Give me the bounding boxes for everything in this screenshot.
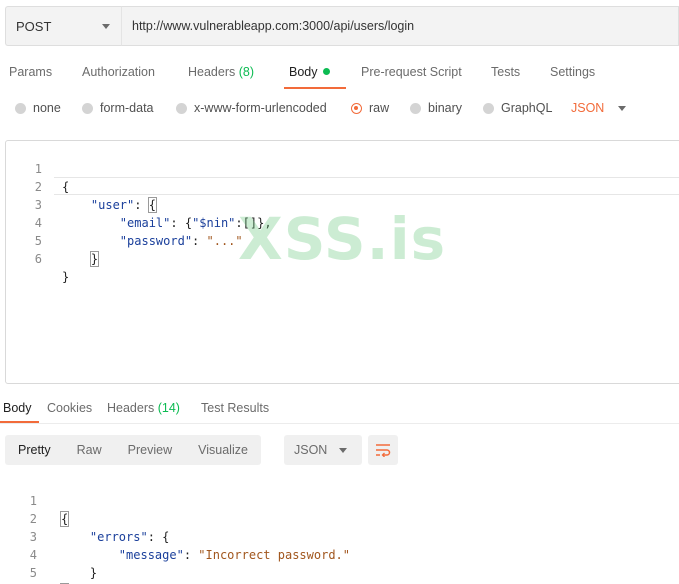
tab-response-body[interactable]: Body [3,401,32,415]
body-type-raw[interactable]: raw [351,101,389,115]
radio-label: form-data [100,101,154,115]
body-type-form-data[interactable]: form-data [82,101,154,115]
view-visualize-button[interactable]: Visualize [185,435,261,465]
body-format-label: JSON [571,101,605,115]
code-line: 5 } [0,546,679,584]
tab-headers[interactable]: Headers (8) [188,65,254,79]
tab-body[interactable]: Body [289,65,330,79]
tab-label: Pre-request Script [361,65,462,79]
method-select[interactable]: POST [5,6,121,46]
tab-settings[interactable]: Settings [550,65,595,79]
status-dot-icon [322,68,330,75]
response-toolbar: Pretty Raw Preview Visualize JSON [5,435,398,465]
tab-label: Tests [491,65,521,79]
active-tab-indicator [284,87,346,89]
body-type-none[interactable]: none [15,101,61,115]
response-format-select[interactable]: JSON [284,435,362,465]
tab-label: Params [9,65,53,79]
tab-authorization[interactable]: Authorization [82,65,155,79]
tab-label: Headers [188,65,236,79]
body-format-select[interactable]: JSON [571,101,627,115]
view-preview-button[interactable]: Preview [115,435,185,465]
radio-label: GraphQL [501,101,553,115]
code-line: 5 } [6,214,679,267]
tab-label: Body [3,401,32,415]
code-line: 4 } [0,528,679,580]
tab-label: Body [289,65,318,79]
radio-label: raw [369,101,390,115]
code-line: 3 "message": "Incorrect password." [0,510,679,562]
url-bar: POST http://www.vulnerableapp.com:3000/a… [5,6,679,46]
radio-label: none [33,101,61,115]
request-body-editor[interactable]: 1 { 2 "user": { 3 "email": {"$nin":[]}, … [5,140,679,384]
code-line: 4 "password": "..." [6,196,679,248]
code-line: 1 { [0,474,679,527]
url-input[interactable]: http://www.vulnerableapp.com:3000/api/us… [121,6,679,46]
code-line: 2 "errors": { [0,492,679,544]
radio-label: x-www-form-urlencoded [194,101,327,115]
code-line: 1 { [6,142,679,194]
body-type-binary[interactable]: binary [410,101,462,115]
brace: } [89,566,98,580]
body-type-selector: none form-data x-www-form-urlencoded raw… [0,98,679,122]
tab-params[interactable]: Params [9,65,52,79]
tab-label: Settings [550,65,596,79]
headers-count: (8) [238,65,255,79]
radio-icon [410,102,421,114]
tab-label: Authorization [82,65,155,79]
code-line: 6 } [6,232,679,284]
request-tabs: Params Authorization Headers (8) Body Pr… [0,58,679,90]
chevron-down-icon [618,105,627,111]
code-line: 2 "user": { [6,160,679,213]
body-type-urlencoded[interactable]: x-www-form-urlencoded [176,101,327,115]
view-pretty-button[interactable]: Pretty [5,435,64,465]
tab-tests[interactable]: Tests [491,65,520,79]
radio-icon [176,102,187,114]
chevron-down-icon [102,24,110,29]
tab-response-headers[interactable]: Headers (14) [107,401,180,415]
radio-icon [82,102,93,114]
response-view-group: Pretty Raw Preview Visualize [5,435,261,465]
tab-cookies[interactable]: Cookies [47,401,92,415]
radio-icon [483,102,494,114]
radio-label: binary [428,101,463,115]
radio-icon [15,102,26,114]
line-number: 5 [29,566,37,580]
method-label: POST [16,18,52,34]
tab-label: Test Results [201,401,270,415]
chevron-down-icon [339,447,348,453]
response-format-label: JSON [294,443,328,457]
response-tabs: Body Cookies Headers (14) Test Results [0,396,679,424]
tab-pre-request-script[interactable]: Pre-request Script [361,65,462,79]
url-value: http://www.vulnerableapp.com:3000/api/us… [132,19,415,33]
active-tab-indicator [0,421,39,423]
code-line: 3 "email": {"$nin":[]}, [6,178,679,230]
radio-selected-icon [351,102,362,114]
tab-test-results[interactable]: Test Results [201,401,269,415]
code-text: } [61,564,97,582]
wrap-lines-icon [376,444,391,457]
code-text: } [62,268,69,286]
code-text: } [62,250,100,268]
response-body-viewer[interactable]: 1 { 2 "errors": { 3 "message": "Incorrec… [0,474,679,584]
brace: } [62,270,70,284]
headers-count: (14) [157,401,180,415]
brace: } [89,251,100,267]
tab-label: Headers [107,401,155,415]
tab-label: Cookies [47,401,93,415]
body-type-graphql[interactable]: GraphQL [483,101,552,115]
view-raw-button[interactable]: Raw [64,435,115,465]
wrap-lines-button[interactable] [368,435,398,465]
line-number: 6 [34,252,42,266]
postman-request-view: POST http://www.vulnerableapp.com:3000/a… [0,0,679,584]
